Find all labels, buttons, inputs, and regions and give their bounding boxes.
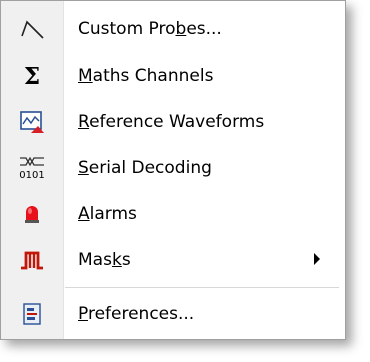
menu-item-label: Masks <box>78 250 131 270</box>
menu-item-alarms[interactable]: Alarms <box>4 191 342 237</box>
menu-item-maths-channels[interactable]: Σ Maths Channels <box>4 53 342 99</box>
menu-item-serial-decoding[interactable]: 0101 Serial Decoding <box>4 145 342 191</box>
reference-waveform-icon <box>4 109 60 135</box>
serial-decoding-icon: 0101 <box>4 154 60 182</box>
alarm-icon <box>4 202 60 226</box>
menu-item-reference-waveforms[interactable]: Reference Waveforms <box>4 99 342 145</box>
sigma-icon: Σ <box>23 62 41 90</box>
menu-item-label: Custom Probes... <box>78 19 222 39</box>
submenu-arrow-icon <box>314 253 320 265</box>
menu-item-label: Alarms <box>78 204 137 224</box>
menu-separator <box>65 287 339 288</box>
context-menu: Custom Probes... Σ Maths Channels Refere… <box>0 0 346 340</box>
menu-item-label: Maths Channels <box>78 66 214 86</box>
menu-item-masks[interactable]: Masks <box>4 237 342 283</box>
menu-item-preferences[interactable]: Preferences... <box>4 291 342 337</box>
menu-item-label: Preferences... <box>78 304 195 324</box>
preferences-icon <box>4 302 60 326</box>
menu-item-label: Reference Waveforms <box>78 112 265 132</box>
probe-icon <box>4 16 60 42</box>
mask-pulse-icon <box>4 248 60 272</box>
menu-item-custom-probes[interactable]: Custom Probes... <box>4 6 342 52</box>
menu-item-label: Serial Decoding <box>78 158 212 178</box>
serial-bits-text: 0101 <box>19 170 44 181</box>
